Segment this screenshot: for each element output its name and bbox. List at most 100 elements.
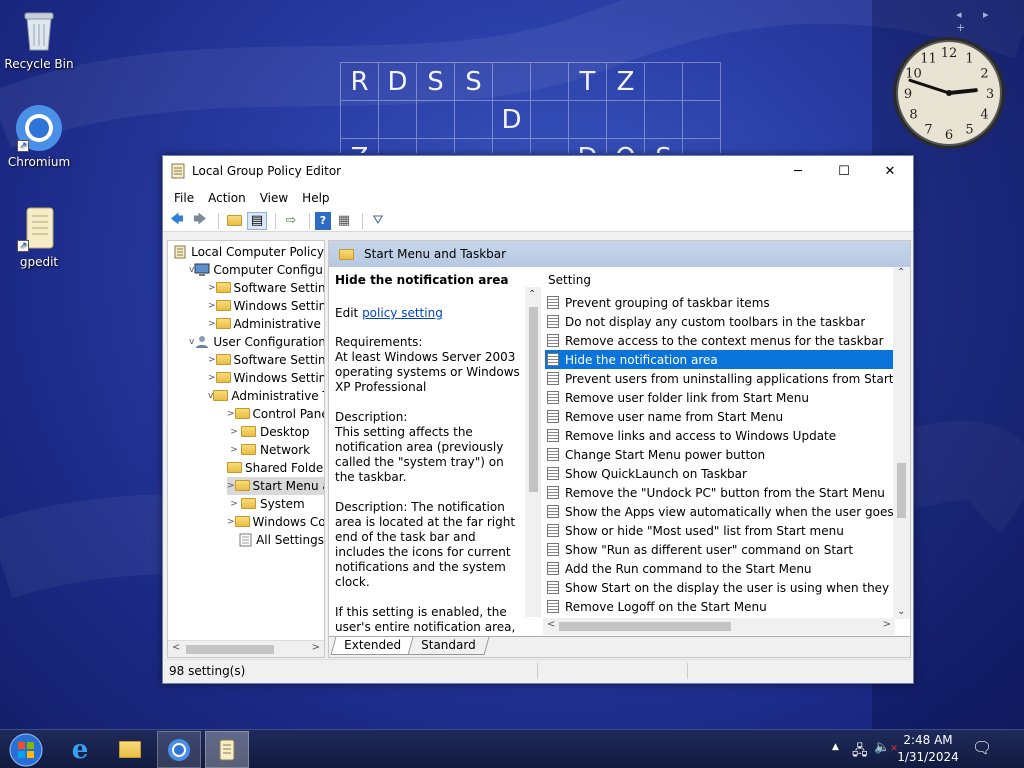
filter-icon[interactable]: ⛛ — [368, 212, 388, 230]
up-folder-icon[interactable] — [224, 212, 244, 230]
network-icon[interactable]: 🖧 — [852, 740, 868, 764]
setting-row[interactable]: Change Start Menu power button — [545, 445, 895, 464]
scroll-up-icon[interactable]: ⌃ — [897, 267, 905, 278]
scroll-down-icon[interactable]: ⌄ — [897, 606, 905, 617]
start-button[interactable] — [4, 731, 48, 768]
forward-arrow-icon[interactable]: 🡆 — [190, 212, 210, 230]
scrollbar-thumb[interactable] — [897, 463, 906, 518]
tree-item[interactable]: > System — [227, 495, 324, 513]
menu-file[interactable]: File — [167, 191, 201, 205]
scroll-right-icon[interactable]: > — [883, 619, 891, 630]
tray-time[interactable]: 2:48 AM — [899, 733, 957, 747]
expand-chevron-icon[interactable]: > — [227, 481, 235, 491]
close-button[interactable]: ✕ — [867, 156, 913, 186]
description-scrollbar[interactable]: ⌃ — [525, 287, 541, 617]
expand-chevron-icon[interactable]: > — [208, 301, 216, 311]
volume-muted-icon[interactable]: 🔈✕ — [874, 740, 898, 755]
expand-chevron-icon[interactable]: > — [208, 319, 216, 329]
setting-row[interactable]: Show "Run as different user" command on … — [545, 540, 895, 559]
menu-action[interactable]: Action — [201, 191, 253, 205]
taskbar-chromium[interactable] — [157, 731, 201, 768]
maximize-button[interactable]: ☐ — [821, 156, 867, 186]
expand-chevron-icon[interactable]: > — [208, 373, 216, 383]
tree-item[interactable]: > Windows Setting — [208, 297, 324, 315]
settings-horizontal-scrollbar[interactable]: < > — [543, 618, 895, 635]
menu-view[interactable]: View — [253, 191, 295, 205]
setting-row[interactable]: Hide the notification area — [545, 350, 895, 369]
setting-row[interactable]: Remove user folder link from Start Menu — [545, 388, 895, 407]
help-icon[interactable]: ? — [315, 211, 331, 230]
setting-row[interactable]: Remove user name from Start Menu — [545, 407, 895, 426]
scroll-left-icon[interactable]: < — [547, 619, 555, 630]
tree-item[interactable]: > Windows Cor — [227, 513, 324, 531]
expand-chevron-icon[interactable]: > — [227, 445, 241, 455]
expand-chevron-icon[interactable]: > — [208, 355, 216, 365]
expand-chevron-icon[interactable]: > — [227, 409, 235, 419]
setting-row[interactable]: Show the Apps view automatically when th… — [545, 502, 895, 521]
tree-horizontal-scrollbar[interactable]: < > — [168, 640, 324, 657]
desktop-icon-recycle-bin[interactable]: Recycle Bin — [1, 6, 77, 71]
show-hidden-icons-icon[interactable]: ▲ — [832, 742, 839, 752]
setting-row[interactable]: Show or hide "Most used" list from Start… — [545, 521, 895, 540]
settings-list[interactable]: Setting Prevent grouping of taskbar item… — [543, 267, 895, 619]
setting-row[interactable]: Remove access to the context menus for t… — [545, 331, 895, 350]
tray-date[interactable]: 1/31/2024 — [897, 750, 959, 764]
setting-row[interactable]: Add the Run command to the Start Menu — [545, 559, 895, 578]
menu-help[interactable]: Help — [295, 191, 336, 205]
tree-item[interactable]: > Start Menu ar — [227, 477, 324, 495]
setting-row[interactable]: Show QuickLaunch on Taskbar — [545, 464, 895, 483]
setting-row[interactable]: Do not display any custom toolbars in th… — [545, 312, 895, 331]
tree-item[interactable]: v User Configuration — [189, 333, 324, 351]
taskbar-gpedit[interactable] — [205, 731, 249, 768]
properties-icon[interactable]: ▦ — [334, 212, 354, 230]
grid-cell — [417, 101, 455, 139]
tree-item[interactable]: v Administrative Te — [208, 387, 324, 405]
tree-item[interactable]: > Control Panel — [227, 405, 324, 423]
gadget-controls[interactable]: ◂ ▸ + — [956, 8, 1024, 34]
setting-row[interactable]: Show Start on the display the user is us… — [545, 578, 895, 597]
tree-item[interactable]: > Network — [227, 441, 324, 459]
setting-row[interactable]: Prevent users from uninstalling applicat… — [545, 369, 895, 388]
scroll-right-icon[interactable]: > — [312, 642, 320, 653]
setting-row[interactable]: Remove links and access to Windows Updat… — [545, 426, 895, 445]
tree-item[interactable]: > Software Settings — [208, 279, 324, 297]
tree-item[interactable]: Local Computer Policy — [170, 243, 324, 261]
column-header-setting[interactable]: Setting — [548, 273, 591, 287]
taskbar-file-explorer[interactable] — [108, 731, 152, 768]
export-list-icon[interactable]: ⇨ — [281, 212, 301, 230]
scroll-left-icon[interactable]: < — [172, 642, 180, 653]
setting-row[interactable]: Remove the "Undock PC" button from the S… — [545, 483, 895, 502]
scrollbar-thumb[interactable] — [186, 645, 274, 654]
expand-chevron-icon[interactable]: > — [227, 427, 241, 437]
clock-gadget[interactable]: 12 12 3 45678 9 1011 — [890, 34, 1008, 152]
scrollbar-thumb[interactable] — [559, 622, 731, 631]
desktop-icon-gpedit[interactable]: ↗ gpedit — [1, 204, 77, 269]
group-policy-editor-window[interactable]: Local Group Policy Editor ─ ☐ ✕ File Act… — [162, 155, 914, 684]
tree-item[interactable]: > Desktop — [227, 423, 324, 441]
taskbar-internet-explorer[interactable]: e — [58, 731, 102, 768]
tab-extended[interactable]: Extended — [330, 637, 415, 655]
tree-item[interactable]: > Windows Setting — [208, 369, 324, 387]
show-hide-tree-icon[interactable]: ▤ — [247, 211, 267, 230]
setting-row[interactable]: Remove Logoff on the Start Menu — [545, 597, 895, 616]
tab-standard[interactable]: Standard — [407, 637, 490, 655]
tree-item[interactable]: > Administrative Te — [208, 315, 324, 333]
tree-item[interactable]: > Software Settings — [208, 351, 324, 369]
policy-setting-link[interactable]: policy setting — [362, 306, 443, 320]
scroll-up-icon[interactable]: ⌃ — [528, 289, 536, 300]
expand-chevron-icon[interactable]: > — [227, 499, 241, 509]
tree-item[interactable]: All Settings — [227, 531, 324, 549]
back-arrow-icon[interactable]: 🡄 — [167, 212, 187, 230]
scrollbar-thumb[interactable] — [529, 307, 538, 492]
settings-vertical-scrollbar[interactable]: ⌃ ⌄ — [893, 267, 910, 619]
notification-center-icon[interactable]: 🗨 — [972, 738, 992, 757]
desktop-icon-chromium[interactable]: ↗ Chromium — [1, 104, 77, 169]
expand-chevron-icon[interactable]: > — [208, 283, 216, 293]
expand-chevron-icon[interactable]: > — [227, 517, 235, 527]
minimize-button[interactable]: ─ — [775, 156, 821, 186]
tree-item[interactable]: v Computer Configura — [189, 261, 324, 279]
policy-tree[interactable]: All Settings > Windows Cor > System > Start Me… — [167, 240, 325, 658]
setting-row[interactable]: Prevent grouping of taskbar items — [545, 293, 895, 312]
tree-item[interactable]: Shared Folder — [227, 459, 324, 477]
title-bar[interactable]: Local Group Policy Editor ─ ☐ ✕ — [163, 156, 913, 186]
